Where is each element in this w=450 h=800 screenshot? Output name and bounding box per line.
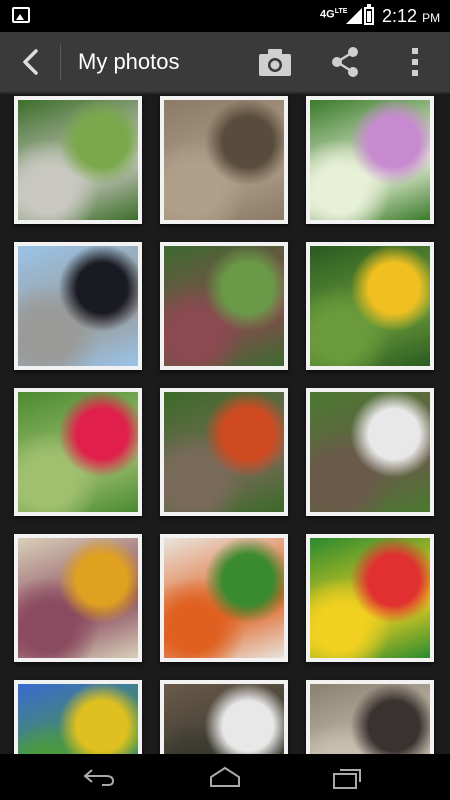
photo-image (310, 246, 430, 366)
nav-home-icon[interactable] (208, 766, 242, 788)
photo-thumbnail[interactable] (14, 242, 142, 370)
photo-image (18, 392, 138, 512)
photo-thumbnail[interactable] (160, 388, 288, 516)
photo-thumbnail[interactable] (14, 680, 142, 754)
photo-image (18, 538, 138, 658)
photo-thumbnail[interactable] (160, 96, 288, 224)
photo-thumbnail[interactable] (306, 242, 434, 370)
battery-icon (364, 4, 374, 25)
network-indicator: 4GLTE (320, 8, 348, 21)
photo-image (164, 538, 284, 658)
photo-thumbnail[interactable] (160, 534, 288, 662)
arrow-back-icon[interactable] (18, 48, 44, 76)
photo-image (18, 684, 138, 754)
page-title: My photos (78, 49, 180, 74)
overflow-menu-icon[interactable] (408, 46, 422, 78)
photo-thumbnail[interactable] (14, 96, 142, 224)
photo-image (18, 246, 138, 366)
photo-thumbnail[interactable] (160, 242, 288, 370)
photo-thumbnail[interactable] (14, 388, 142, 516)
photo-image (164, 100, 284, 220)
action-bar-divider (60, 44, 61, 80)
photo-image (164, 246, 284, 366)
nav-back-icon[interactable] (82, 767, 116, 787)
camera-icon[interactable] (258, 47, 292, 77)
action-bar: My photos (0, 32, 450, 94)
status-bar: 4GLTE 2:12 PM (0, 0, 450, 32)
photo-thumbnail[interactable] (306, 388, 434, 516)
photo-image (164, 684, 284, 754)
signal-icon (346, 8, 362, 24)
photo-image (310, 684, 430, 754)
photo-thumbnail[interactable] (160, 680, 288, 754)
navigation-bar (0, 754, 450, 800)
image-notification-icon (12, 7, 30, 23)
photo-image (18, 100, 138, 220)
photo-image (164, 392, 284, 512)
clock: 2:12 PM (382, 6, 441, 26)
photo-thumbnail[interactable] (14, 534, 142, 662)
photo-image (310, 392, 430, 512)
nav-recent-apps-icon[interactable] (332, 766, 364, 790)
photo-thumbnail[interactable] (306, 680, 434, 754)
photo-image (310, 538, 430, 658)
photo-image (310, 100, 430, 220)
share-icon[interactable] (330, 46, 360, 78)
photo-grid (0, 94, 450, 754)
photo-thumbnail[interactable] (306, 96, 434, 224)
photo-thumbnail[interactable] (306, 534, 434, 662)
